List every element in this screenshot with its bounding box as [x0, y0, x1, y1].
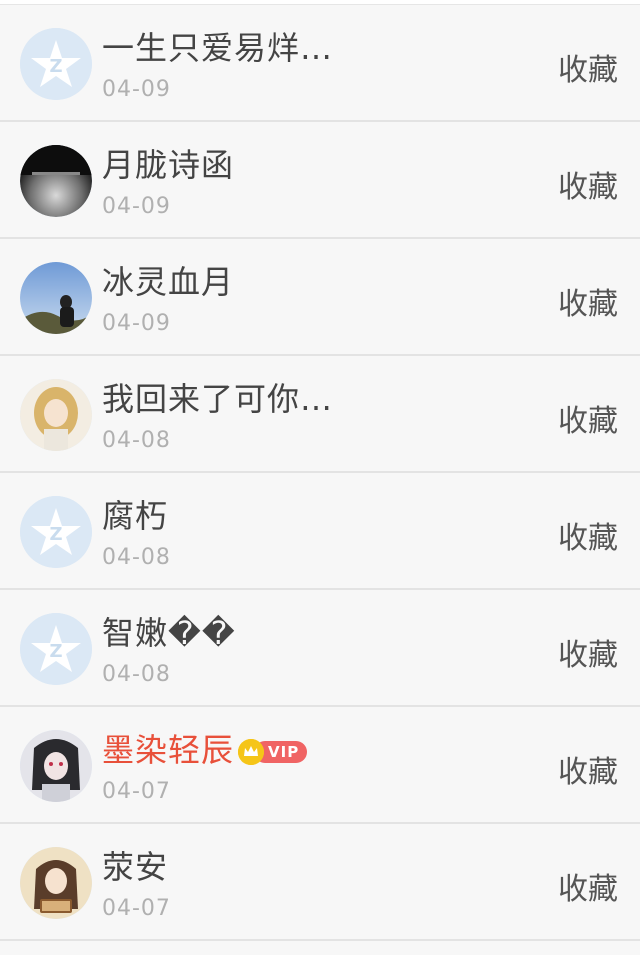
- anime-girl-dark-avatar-icon[interactable]: [20, 730, 92, 802]
- user-name-vip[interactable]: 墨染轻辰 VIP: [102, 725, 308, 771]
- anime-girl-book-avatar-icon[interactable]: [20, 847, 92, 919]
- date-label: 04-08: [102, 545, 171, 570]
- crown-icon: [238, 739, 265, 765]
- svg-text:Z: Z: [49, 641, 62, 662]
- date-label: 04-08: [102, 428, 171, 453]
- svg-text:Z: Z: [49, 56, 62, 77]
- list-item[interactable]: 我回来了可你… 04-08 收藏: [0, 356, 640, 473]
- user-name-text: 墨染轻辰: [102, 731, 235, 769]
- date-label: 04-07: [102, 896, 171, 921]
- list-item[interactable]: 冰灵血月 04-09 收藏: [0, 239, 640, 356]
- user-name[interactable]: 智嫩��: [102, 608, 236, 654]
- default-qzone-avatar-icon[interactable]: Z: [20, 28, 92, 100]
- vip-badge: VIP: [238, 739, 308, 765]
- user-name[interactable]: 月胧诗函: [102, 140, 234, 186]
- list-item[interactable]: Z 一生只爱易烊… 04-09 收藏: [0, 5, 640, 122]
- default-qzone-avatar-icon[interactable]: Z: [20, 496, 92, 568]
- user-name[interactable]: 我回来了可你…: [102, 374, 333, 420]
- favorite-button[interactable]: 收藏: [558, 279, 618, 323]
- favorite-button[interactable]: 收藏: [558, 630, 618, 674]
- user-name[interactable]: 荥安: [102, 842, 168, 888]
- favorite-button[interactable]: 收藏: [558, 864, 618, 908]
- favorites-list: Z 一生只爱易烊… 04-09 收藏 月胧诗函 04-09 收藏 冰灵血月 04…: [0, 0, 640, 955]
- misty-landscape-avatar-icon[interactable]: [20, 145, 92, 217]
- user-name[interactable]: 冰灵血月: [102, 257, 234, 303]
- date-label: 04-09: [102, 77, 171, 102]
- favorite-button[interactable]: 收藏: [558, 747, 618, 791]
- favorite-button[interactable]: 收藏: [558, 513, 618, 557]
- default-qzone-avatar-icon[interactable]: Z: [20, 613, 92, 685]
- list-item[interactable]: Z 腐朽 04-08 收藏: [0, 473, 640, 590]
- date-label: 04-07: [102, 779, 171, 804]
- anime-girl-blonde-avatar-icon[interactable]: [20, 379, 92, 451]
- favorite-button[interactable]: 收藏: [558, 396, 618, 440]
- date-label: 04-09: [102, 311, 171, 336]
- svg-text:Z: Z: [49, 524, 62, 545]
- favorite-button[interactable]: 收藏: [558, 162, 618, 206]
- list-item[interactable]: 荥安 04-07 收藏: [0, 824, 640, 941]
- list-item[interactable]: 墨染轻辰 VIP 04-07 收藏: [0, 707, 640, 824]
- user-name[interactable]: 腐朽: [102, 491, 168, 537]
- date-label: 04-09: [102, 194, 171, 219]
- favorite-button[interactable]: 收藏: [558, 45, 618, 89]
- list-item[interactable]: 月胧诗函 04-09 收藏: [0, 122, 640, 239]
- sky-silhouette-avatar-icon[interactable]: [20, 262, 92, 334]
- date-label: 04-08: [102, 662, 171, 687]
- user-name[interactable]: 一生只爱易烊…: [102, 23, 333, 69]
- list-item[interactable]: Z 智嫩�� 04-08 收藏: [0, 590, 640, 707]
